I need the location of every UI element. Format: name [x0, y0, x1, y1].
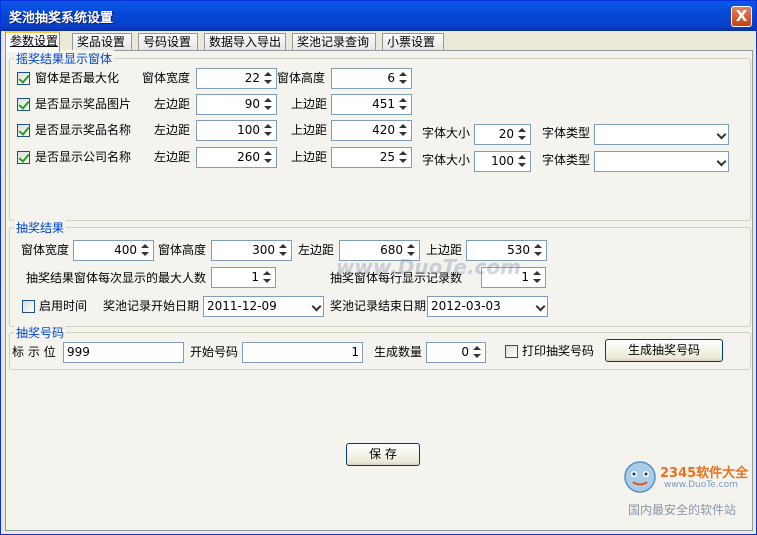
spin-arrows-icon[interactable]: [397, 149, 410, 166]
company-font-type-select[interactable]: [594, 151, 729, 172]
spin-arrows-icon[interactable]: [262, 70, 275, 87]
params-panel: 摇奖结果显示窗体 窗体是否最大化 窗体宽度 22 窗体高度 6 是否显示奖品图片…: [5, 50, 753, 531]
generate-numbers-button[interactable]: 生成抽奖号码: [605, 339, 723, 362]
tab-params[interactable]: 参数设置: [5, 31, 60, 52]
duote-logo: 2345软件大全 www.DuoTe.com: [620, 459, 750, 499]
spin-arrows-icon[interactable]: [397, 96, 410, 113]
spin-arrows-icon[interactable]: [397, 122, 410, 139]
max-people-stepper[interactable]: 1: [211, 267, 276, 288]
company-top-label: 上边距: [291, 150, 328, 164]
chevron-down-icon[interactable]: [535, 301, 546, 312]
chevron-down-icon[interactable]: [716, 129, 727, 140]
spin-arrows-icon[interactable]: [516, 153, 529, 170]
company-font-type-label: 字体类型: [542, 153, 591, 167]
result-width-stepper[interactable]: 400: [73, 240, 154, 261]
image-top-label: 上边距: [291, 97, 328, 111]
name-font-size-label: 字体大小: [422, 126, 471, 140]
spin-arrows-icon[interactable]: [532, 242, 545, 259]
spin-arrows-icon[interactable]: [516, 126, 529, 143]
maximize-label: 窗体是否最大化: [35, 71, 120, 85]
save-button[interactable]: 保 存: [346, 443, 420, 466]
name-font-type-label: 字体类型: [542, 126, 591, 140]
draw-number-legend: 抽奖号码: [14, 324, 67, 341]
tab-pool-records[interactable]: 奖池记录查询: [292, 33, 376, 51]
name-font-type-select[interactable]: [594, 124, 729, 145]
chevron-down-icon[interactable]: [716, 156, 727, 167]
pool-start-date-label: 奖池记录开始日期: [103, 299, 200, 313]
company-font-size-label: 字体大小: [422, 153, 471, 167]
settings-window: 奖池抽奖系统设置 X 参数设置 奖品设置 号码设置 数据导入导出 奖池记录查询 …: [0, 0, 757, 535]
tab-numbers[interactable]: 号码设置: [138, 33, 198, 51]
window-height-label: 窗体高度: [277, 71, 326, 85]
maximize-checkbox[interactable]: [17, 72, 30, 85]
company-left-label: 左边距: [154, 150, 191, 164]
window-width-stepper[interactable]: 22: [196, 68, 277, 89]
title-bar[interactable]: 奖池抽奖系统设置 X: [1, 1, 756, 31]
result-left-label: 左边距: [298, 243, 335, 257]
mascot-icon: [624, 461, 656, 493]
show-company-name-checkbox[interactable]: [17, 151, 30, 164]
result-width-label: 窗体宽度: [21, 243, 70, 257]
chevron-down-icon[interactable]: [311, 301, 322, 312]
show-prize-name-checkbox[interactable]: [17, 124, 30, 137]
generate-count-label: 生成数量: [374, 345, 423, 359]
print-number-label: 打印抽奖号码: [522, 344, 595, 358]
display-window-legend: 摇奖结果显示窗体: [14, 50, 115, 67]
brand-url: www.DuoTe.com: [664, 480, 738, 490]
mark-label: 标 示 位: [12, 345, 56, 359]
enable-time-label: 启用时间: [39, 299, 88, 313]
name-top-stepper[interactable]: 420: [331, 120, 412, 141]
tab-prizes[interactable]: 奖品设置: [72, 33, 132, 51]
watermark-site: www.DuoTe.com: [336, 255, 521, 279]
draw-result-legend: 抽奖结果: [14, 219, 67, 236]
name-top-label: 上边距: [291, 123, 328, 137]
spin-arrows-icon[interactable]: [531, 269, 544, 286]
show-company-name-label: 是否显示公司名称: [35, 150, 132, 164]
tab-import-export[interactable]: 数据导入导出: [204, 33, 286, 51]
spin-arrows-icon[interactable]: [262, 122, 275, 139]
image-left-label: 左边距: [154, 97, 191, 111]
company-font-size-stepper[interactable]: 100: [474, 151, 531, 172]
name-font-size-stepper[interactable]: 20: [474, 124, 531, 145]
window-height-stepper[interactable]: 6: [331, 68, 412, 89]
spin-arrows-icon[interactable]: [397, 70, 410, 87]
start-number-label: 开始号码: [190, 345, 239, 359]
show-prize-image-label: 是否显示奖品图片: [35, 97, 132, 111]
company-top-stepper[interactable]: 25: [331, 147, 412, 168]
max-people-label: 抽奖结果窗体每次显示的最大人数: [26, 271, 207, 285]
spin-arrows-icon[interactable]: [277, 242, 290, 259]
mark-input[interactable]: 999: [63, 342, 184, 363]
spin-arrows-icon[interactable]: [261, 269, 274, 286]
close-button[interactable]: X: [731, 6, 752, 27]
brand-slogan: 国内最安全的软件站: [628, 503, 737, 517]
print-number-checkbox[interactable]: [505, 345, 518, 358]
name-left-label: 左边距: [154, 123, 191, 137]
image-top-stepper[interactable]: 451: [331, 94, 412, 115]
name-left-stepper[interactable]: 100: [196, 120, 277, 141]
pool-end-date-label: 奖池记录结束日期: [330, 299, 427, 313]
enable-time-checkbox[interactable]: [22, 300, 35, 313]
brand-name: 2345软件大全: [660, 466, 749, 481]
result-height-stepper[interactable]: 300: [211, 240, 292, 261]
result-height-label: 窗体高度: [158, 243, 207, 257]
spin-arrows-icon[interactable]: [262, 96, 275, 113]
window-width-label: 窗体宽度: [142, 71, 191, 85]
window-title: 奖池抽奖系统设置: [9, 11, 114, 26]
show-prize-image-checkbox[interactable]: [17, 98, 30, 111]
pool-start-date-picker[interactable]: 2011-12-09: [203, 296, 324, 317]
company-left-stepper[interactable]: 260: [196, 147, 277, 168]
spin-arrows-icon[interactable]: [139, 242, 152, 259]
start-number-input[interactable]: 1: [242, 342, 363, 363]
spin-arrows-icon[interactable]: [471, 344, 484, 361]
tab-receipt[interactable]: 小票设置: [382, 33, 444, 51]
spin-arrows-icon[interactable]: [262, 149, 275, 166]
close-icon: X: [735, 7, 748, 25]
show-prize-name-label: 是否显示奖品名称: [35, 123, 132, 137]
image-left-stepper[interactable]: 90: [196, 94, 277, 115]
pool-end-date-picker[interactable]: 2012-03-03: [427, 296, 548, 317]
generate-count-stepper[interactable]: 0: [426, 342, 486, 363]
